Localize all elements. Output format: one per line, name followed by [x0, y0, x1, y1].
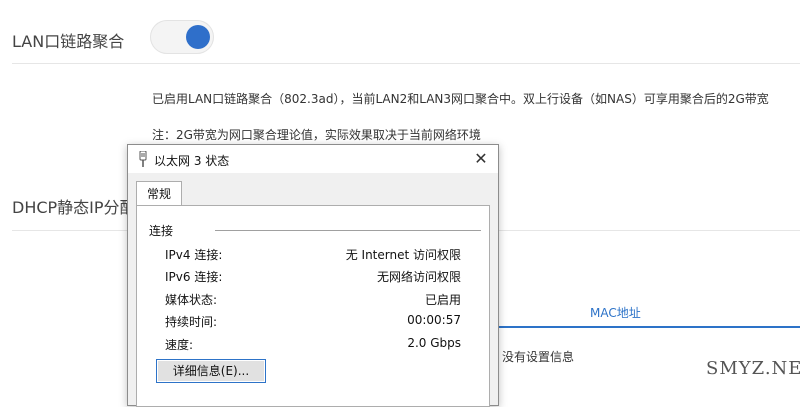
speed-label: 速度: — [165, 338, 194, 352]
lag-note: 注：2G带宽为网口聚合理论值，实际效果取决于当前网络环境 — [152, 128, 481, 142]
ipv6-label: IPv6 连接: — [165, 270, 223, 284]
media-state-label: 媒体状态: — [165, 293, 218, 307]
dialog-titlebar[interactable]: 以太网 3 状态 ✕ — [128, 145, 498, 173]
ipv6-value: 无网络访问权限 — [376, 270, 461, 284]
connection-group-label: 连接 — [149, 224, 174, 238]
mac-column-header: MAC地址 — [590, 306, 641, 320]
ipv4-label: IPv4 连接: — [165, 248, 223, 262]
media-state-value: 已启用 — [424, 293, 461, 307]
close-button[interactable]: ✕ — [470, 149, 492, 169]
lag-toggle[interactable] — [150, 20, 214, 54]
tab-general[interactable]: 常规 — [136, 181, 182, 206]
group-divider — [215, 230, 481, 231]
dialog-title: 以太网 3 状态 — [154, 154, 230, 168]
watermark: SMYZ.NET — [706, 358, 800, 379]
ipv4-value: 无 Internet 访问权限 — [345, 248, 461, 262]
lag-title: LAN口链路聚合 — [12, 32, 125, 51]
details-button[interactable]: 详细信息(E)... — [156, 359, 266, 383]
close-icon: ✕ — [474, 149, 488, 168]
dhcp-title: DHCP静态IP分配 — [12, 198, 136, 217]
duration-label: 持续时间: — [165, 315, 218, 329]
speed-value: 2.0 Gbps — [407, 336, 461, 350]
ethernet-status-dialog: 以太网 3 状态 ✕ 常规 连接 IPv4 连接: 无 Internet 访问权… — [127, 144, 499, 407]
mac-empty-message: 没有设置信息 — [502, 350, 575, 364]
duration-value: 00:00:57 — [407, 313, 461, 327]
table-header-line — [497, 326, 800, 328]
lag-description: 已启用LAN口链路聚合（802.3ad），当前LAN2和LAN3网口聚合中。双上… — [152, 92, 769, 106]
network-adapter-icon — [138, 150, 148, 167]
divider — [12, 63, 800, 64]
toggle-knob — [186, 25, 210, 49]
